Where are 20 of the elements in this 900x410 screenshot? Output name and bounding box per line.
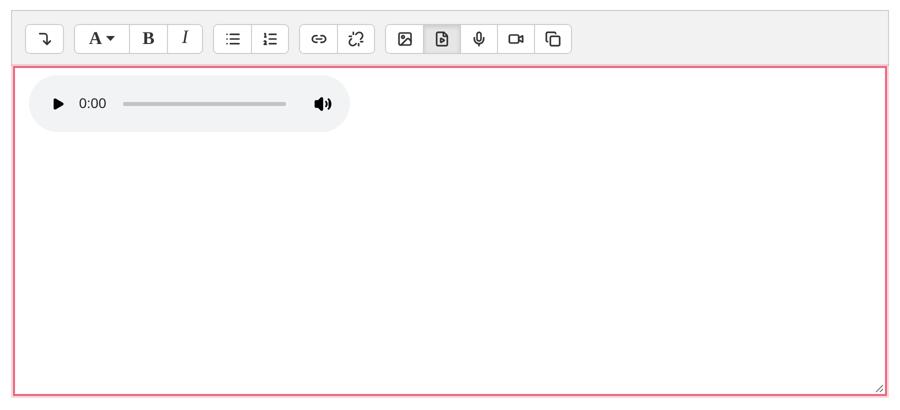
editor-area[interactable]: 0:00 <box>13 66 887 396</box>
caret-icon <box>106 36 115 41</box>
play-icon[interactable] <box>51 96 65 110</box>
microphone-icon <box>471 30 487 46</box>
bulleted-list-icon <box>224 30 240 46</box>
video-file-icon <box>434 30 450 46</box>
files-button[interactable] <box>534 24 571 52</box>
italic-button[interactable]: I <box>167 24 202 52</box>
numbered-list-icon <box>262 30 278 46</box>
broken-link-icon <box>348 30 364 46</box>
volume-icon[interactable] <box>314 94 332 112</box>
copy-icon <box>545 30 561 46</box>
media-button[interactable] <box>423 24 460 52</box>
time-display: 0:00 <box>79 94 106 113</box>
progress-track[interactable] <box>123 102 286 106</box>
arrow-down-icon <box>36 30 52 46</box>
image-icon <box>396 30 412 46</box>
numbers-button[interactable] <box>251 24 288 52</box>
unlink-button[interactable] <box>337 24 374 52</box>
resize-handle-icon[interactable] <box>874 383 884 393</box>
